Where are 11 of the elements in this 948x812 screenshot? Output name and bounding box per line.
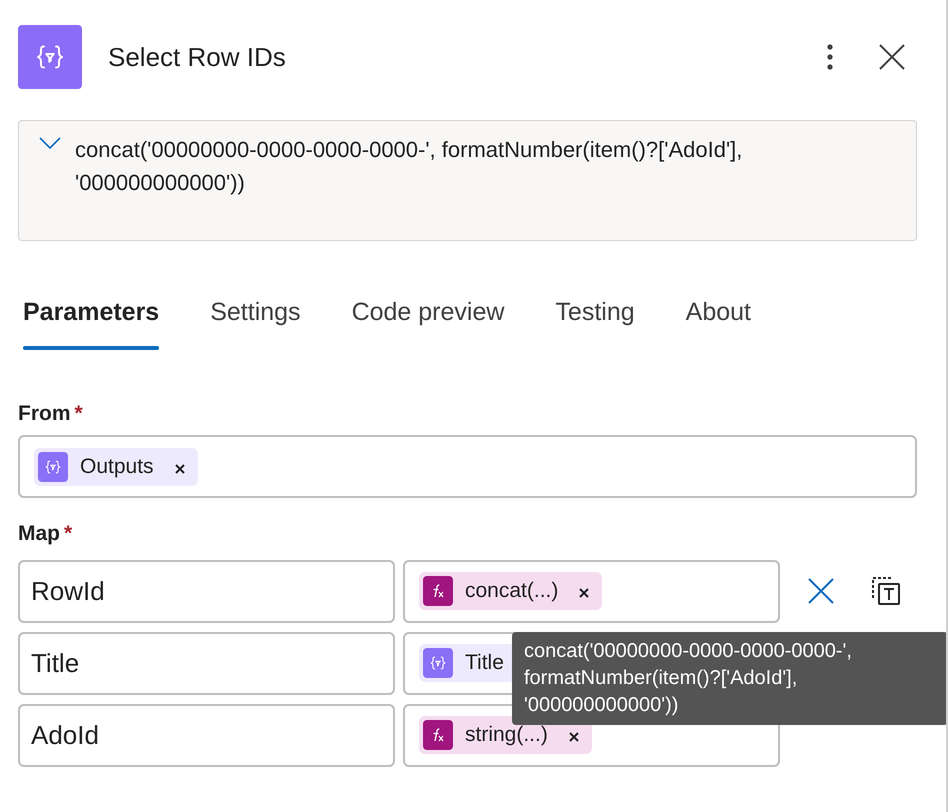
field-label: Map <box>18 521 60 547</box>
token-label: concat(...) <box>465 578 558 604</box>
panel-title: Select Row IDs <box>108 40 287 74</box>
expression-text: concat('00000000-0000-0000-0000-', formatNumber(item()?['AdoId'], '000000000000')) <box>75 136 744 197</box>
required-mark: * <box>74 400 83 426</box>
tooltip: concat('00000000-0000-0000-0000-', formatNumber(item()?['AdoId'], '000000000000')) <box>512 632 946 725</box>
token-label: string(...) <box>465 722 548 748</box>
field-label: From <box>18 400 70 426</box>
required-mark: * <box>64 521 72 547</box>
token-label: Outputs <box>80 454 154 480</box>
token-label: Title <box>465 650 504 676</box>
